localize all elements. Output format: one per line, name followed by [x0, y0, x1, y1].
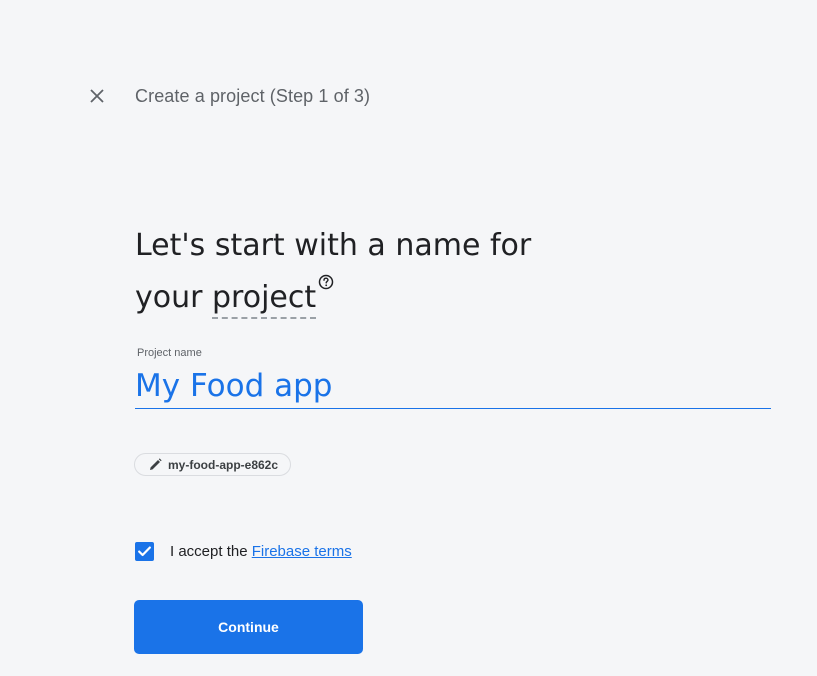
project-id-value: my-food-app-e862c — [168, 457, 279, 472]
page-title: Create a project (Step 1 of 3) — [135, 85, 371, 106]
heading-line-1: Let's start with a name for — [135, 228, 532, 263]
project-id-chip[interactable]: my-food-app-e862c — [134, 453, 292, 476]
project-name-input[interactable] — [135, 364, 771, 409]
project-name-label: Project name — [137, 347, 202, 359]
help-circle-icon[interactable] — [318, 274, 334, 290]
accept-terms-checkbox[interactable] — [135, 542, 154, 561]
terms-row: I accept the Firebase terms — [135, 542, 352, 561]
create-project-page: Create a project (Step 1 of 3) Let's sta… — [0, 0, 817, 676]
firebase-terms-link[interactable]: Firebase terms — [252, 543, 352, 560]
terms-label: I accept the Firebase terms — [170, 543, 352, 560]
terms-prefix: I accept the — [170, 543, 252, 560]
check-icon — [138, 546, 151, 557]
close-icon — [90, 89, 104, 103]
heading-line-2-prefix: your — [135, 280, 212, 315]
project-term[interactable]: project — [212, 280, 317, 319]
continue-button[interactable]: Continue — [134, 600, 363, 654]
step-heading: Let's start with a name for your project — [135, 220, 695, 324]
pencil-icon — [150, 458, 162, 470]
page-header: Create a project (Step 1 of 3) — [86, 83, 370, 109]
close-button[interactable] — [86, 85, 108, 107]
